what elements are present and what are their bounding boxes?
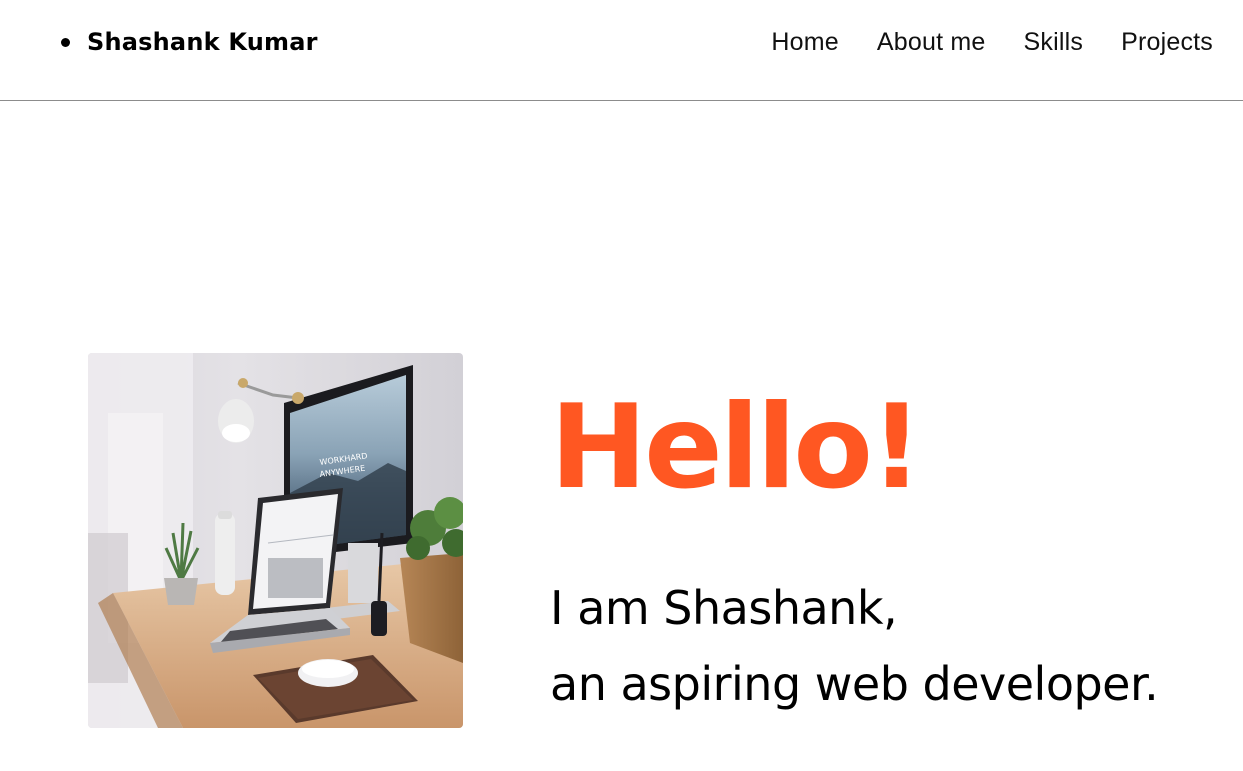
navbar: Shashank Kumar Home About me Skills Proj… <box>0 0 1243 101</box>
nav-link-projects[interactable]: Projects <box>1121 28 1213 57</box>
hero-image: WORKHARD ANYWHERE <box>88 353 463 728</box>
nav-menu: Home About me Skills Projects <box>771 26 1213 58</box>
intro-line-2: an aspiring web developer. <box>550 657 1159 711</box>
nav-link-about[interactable]: About me <box>877 28 986 57</box>
bullet-icon <box>61 37 70 47</box>
nav-link-skills[interactable]: Skills <box>1024 28 1084 57</box>
brand[interactable]: Shashank Kumar <box>60 26 318 58</box>
brand-name[interactable]: Shashank Kumar <box>87 28 318 56</box>
hero-intro: I am Shashank, an aspiring web developer… <box>550 570 1159 722</box>
nav-link-home[interactable]: Home <box>771 28 839 57</box>
hero-greeting: Hello! <box>550 380 923 515</box>
intro-line-1: I am Shashank, <box>550 581 898 635</box>
